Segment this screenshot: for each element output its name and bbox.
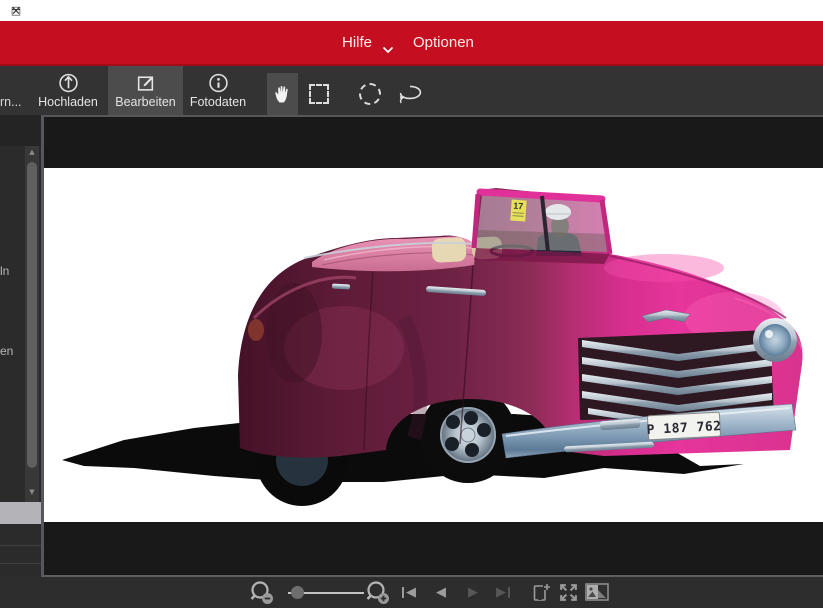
status-toolbar: ◀ ◀ ▶ ▶: [0, 577, 823, 608]
zoom-in-button[interactable]: [364, 579, 392, 606]
add-image-icon: [530, 582, 551, 603]
rect-select-icon: [309, 84, 329, 104]
sidebar-selected-row[interactable]: [0, 502, 41, 524]
door-handle: [332, 284, 350, 290]
upload-label: Hochladen: [38, 95, 98, 109]
first-image-button[interactable]: ◀: [402, 585, 416, 600]
previous-image-button[interactable]: ◀: [436, 585, 446, 600]
last-image-button[interactable]: ▶: [496, 585, 510, 600]
tool-hand[interactable]: [267, 73, 298, 115]
tool-ellipse-select[interactable]: [352, 73, 388, 115]
first-bar: [402, 587, 404, 598]
ellipse-select-icon: [359, 83, 381, 105]
close-icon: ✕: [11, 4, 21, 18]
upload-icon: [58, 72, 79, 93]
photodata-button[interactable]: Fotodaten: [183, 66, 253, 115]
hand-icon: [274, 84, 292, 104]
next-image-button[interactable]: ▶: [468, 585, 478, 600]
info-icon: [208, 72, 229, 93]
sidebar-separator: [0, 563, 41, 564]
fullscreen-icon: [557, 581, 580, 604]
scroll-up-icon[interactable]: ▲: [25, 148, 39, 156]
toolbar: rn... Hochladen Bearbeiten Fotodaten: [0, 66, 823, 115]
upload-button[interactable]: Hochladen: [30, 66, 106, 115]
sidebar-separator: [0, 545, 41, 546]
photo-car: 17: [44, 168, 823, 522]
fullscreen-button[interactable]: [557, 581, 580, 604]
menu-item-hilfe[interactable]: Hilfe: [342, 34, 372, 51]
titlebar: ─ □ ✕: [0, 0, 823, 21]
sidebar-item-clipped-1[interactable]: ln: [0, 264, 9, 278]
photo-viewport[interactable]: 17: [44, 168, 823, 522]
add-image-button[interactable]: [530, 582, 551, 603]
zoom-in-icon: [364, 579, 392, 606]
compare-view-button[interactable]: [585, 583, 610, 602]
license-plate: P 187 762: [646, 412, 722, 440]
chevron-down-icon[interactable]: [382, 46, 394, 54]
sidebar-header: [0, 115, 41, 146]
tool-lasso[interactable]: [394, 73, 426, 115]
sidebar-item-clipped-2[interactable]: en: [0, 344, 13, 358]
last-bar: [508, 587, 510, 598]
toolbar-clipped-button[interactable]: rn...: [0, 95, 22, 109]
compare-view-icon: [585, 583, 610, 602]
headlight: [753, 318, 797, 362]
scroll-down-icon[interactable]: ▼: [25, 488, 39, 496]
next-icon: ▶: [468, 585, 478, 600]
edit-label: Bearbeiten: [115, 95, 175, 109]
app-window: ─ □ ✕ Hilfe Optionen rn... Hochladen Bea…: [0, 0, 823, 608]
zoom-slider-knob[interactable]: [291, 586, 304, 599]
sidebar: ln en ▲ ▼: [0, 115, 41, 577]
first-icon: ◀: [406, 585, 416, 600]
menubar: Hilfe Optionen: [0, 21, 823, 66]
photodata-label: Fotodaten: [190, 95, 246, 109]
edit-button[interactable]: Bearbeiten: [108, 66, 183, 115]
zoom-out-icon: [248, 579, 276, 606]
sticker-text: 17: [513, 201, 524, 212]
windshield-sticker: 17: [510, 200, 526, 222]
menu-item-optionen[interactable]: Optionen: [413, 34, 474, 51]
edit-icon: [135, 72, 156, 93]
image-canvas[interactable]: 17: [41, 115, 823, 577]
car-seat: [431, 237, 466, 263]
lasso-icon: [397, 84, 423, 104]
close-button[interactable]: ✕: [0, 0, 32, 21]
sidebar-scrollbar-thumb[interactable]: [27, 162, 37, 468]
tool-rect-select[interactable]: [302, 73, 336, 115]
previous-icon: ◀: [436, 585, 446, 600]
zoom-out-button[interactable]: [248, 579, 276, 606]
last-icon: ▶: [496, 585, 506, 600]
